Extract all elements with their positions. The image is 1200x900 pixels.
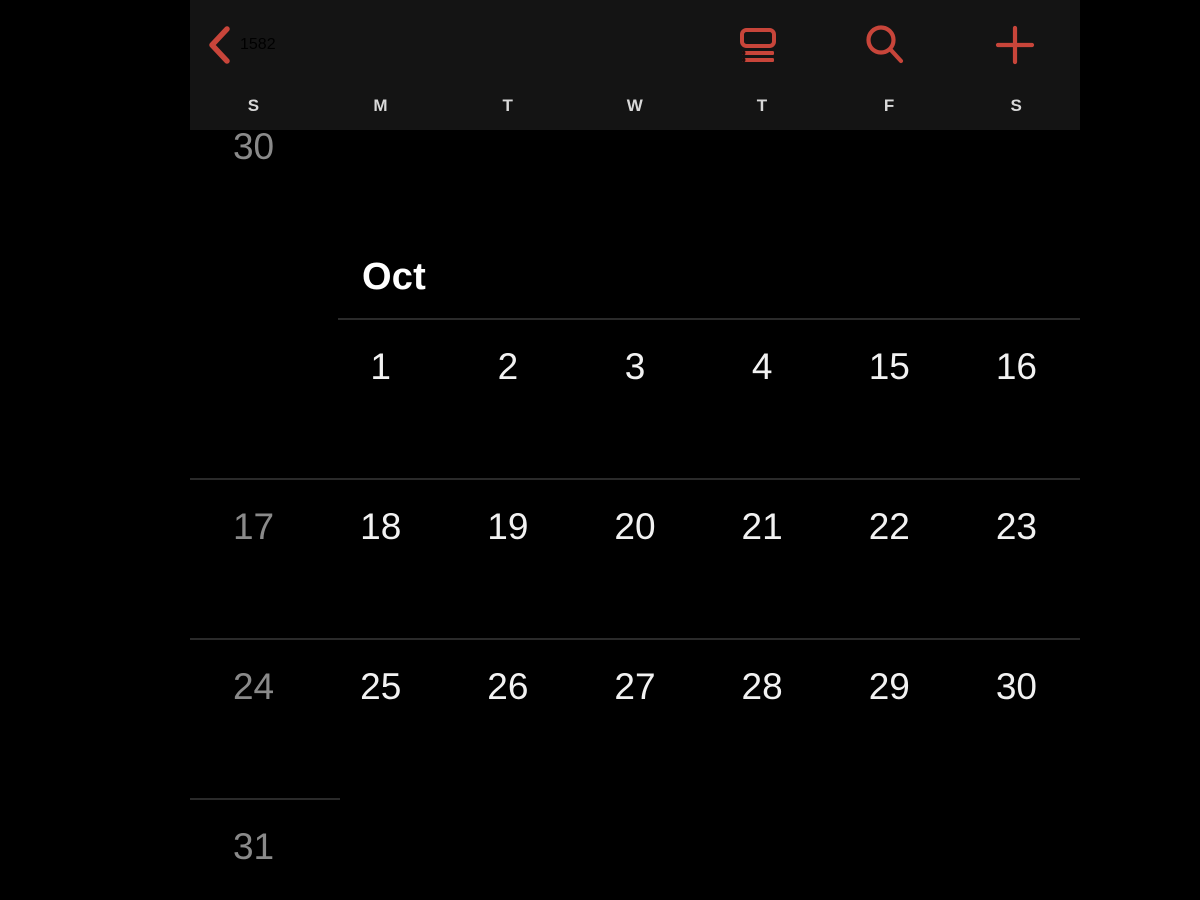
day-number: 30 <box>232 126 275 167</box>
search-button[interactable] <box>850 10 920 80</box>
week-row: 17 18 19 20 21 22 23 <box>190 478 1080 638</box>
weekday-header-row: S M T W T F S <box>190 96 1080 130</box>
month-label: Oct <box>362 256 426 298</box>
day-number: 22 <box>868 506 910 547</box>
day-cell[interactable]: 23 <box>953 478 1080 638</box>
day-cell[interactable]: 26 <box>444 638 571 798</box>
weekday-tuesday: T <box>502 96 514 115</box>
day-cell[interactable]: 29 <box>826 638 953 798</box>
day-number: 4 <box>751 346 773 387</box>
week-row: 24 25 26 27 28 29 30 <box>190 638 1080 798</box>
day-cell[interactable] <box>317 798 444 900</box>
day-cell[interactable]: 19 <box>444 478 571 638</box>
day-number: 1 <box>370 346 391 387</box>
day-cell[interactable]: 1 <box>317 318 444 478</box>
day-number: 28 <box>741 666 783 707</box>
day-number: 29 <box>868 666 910 707</box>
day-cell[interactable] <box>953 798 1080 900</box>
day-cell[interactable]: 3 <box>571 318 698 478</box>
day-cell[interactable]: 4 <box>699 318 826 478</box>
day-cell[interactable] <box>190 318 317 478</box>
day-number: 25 <box>360 666 402 707</box>
navigation-bar: 1582 S M T W T F S <box>190 0 1080 130</box>
day-cell[interactable] <box>699 798 826 900</box>
day-cell[interactable]: 2 <box>444 318 571 478</box>
day-number: 23 <box>995 506 1037 547</box>
day-number: 27 <box>614 666 656 707</box>
day-number: 16 <box>995 346 1037 387</box>
day-number: 30 <box>995 666 1037 707</box>
day-number: 19 <box>487 506 529 547</box>
weekday-friday: F <box>883 96 895 115</box>
day-number: 21 <box>741 506 783 547</box>
day-cell[interactable]: 25 <box>317 638 444 798</box>
day-cell[interactable] <box>444 798 571 900</box>
weekday-thursday: T <box>756 96 768 115</box>
day-number: 26 <box>487 666 529 707</box>
add-event-button[interactable] <box>980 10 1050 80</box>
day-number: 3 <box>624 346 646 387</box>
chevron-left-icon <box>209 26 230 64</box>
search-icon <box>866 25 904 64</box>
day-cell[interactable]: 17 <box>190 478 317 638</box>
day-cell[interactable]: 27 <box>571 638 698 798</box>
day-number: 15 <box>868 346 910 387</box>
calendar-screen: Oct 30 1 2 3 4 15 16 17 18 19 20 21 22 2… <box>190 0 1080 900</box>
month-grid-scroll[interactable]: Oct 30 1 2 3 4 15 16 17 18 19 20 21 22 2… <box>190 0 1080 900</box>
back-button[interactable]: 1582 <box>206 14 276 76</box>
day-cell[interactable] <box>571 798 698 900</box>
day-number: 18 <box>360 506 402 547</box>
day-cell[interactable] <box>826 798 953 900</box>
weekday-sunday: S <box>247 96 260 115</box>
day-cell[interactable]: 16 <box>953 318 1080 478</box>
day-number: 17 <box>232 506 275 547</box>
weekday-saturday: S <box>1010 96 1023 115</box>
day-cell[interactable]: 15 <box>826 318 953 478</box>
weekday-monday: M <box>373 96 388 115</box>
day-cell[interactable]: 28 <box>699 638 826 798</box>
list-view-button[interactable] <box>723 10 793 80</box>
list-view-icon <box>740 28 776 62</box>
day-number: 2 <box>497 346 519 387</box>
day-cell[interactable]: 22 <box>826 478 953 638</box>
day-cell[interactable]: 30 <box>953 638 1080 798</box>
week-row: 1 2 3 4 15 16 <box>190 318 1080 478</box>
day-cell[interactable]: 24 <box>190 638 317 798</box>
day-cell[interactable]: 21 <box>699 478 826 638</box>
day-cell[interactable]: 31 <box>190 798 317 900</box>
day-number: 31 <box>232 826 275 867</box>
day-cell[interactable]: 18 <box>317 478 444 638</box>
day-number: 20 <box>614 506 656 547</box>
week-row: 31 <box>190 798 1080 900</box>
day-number: 24 <box>232 666 275 707</box>
day-cell[interactable]: 20 <box>571 478 698 638</box>
back-button-label: 1582 <box>240 36 276 53</box>
plus-icon <box>995 25 1035 65</box>
weekday-wednesday: W <box>626 96 644 115</box>
